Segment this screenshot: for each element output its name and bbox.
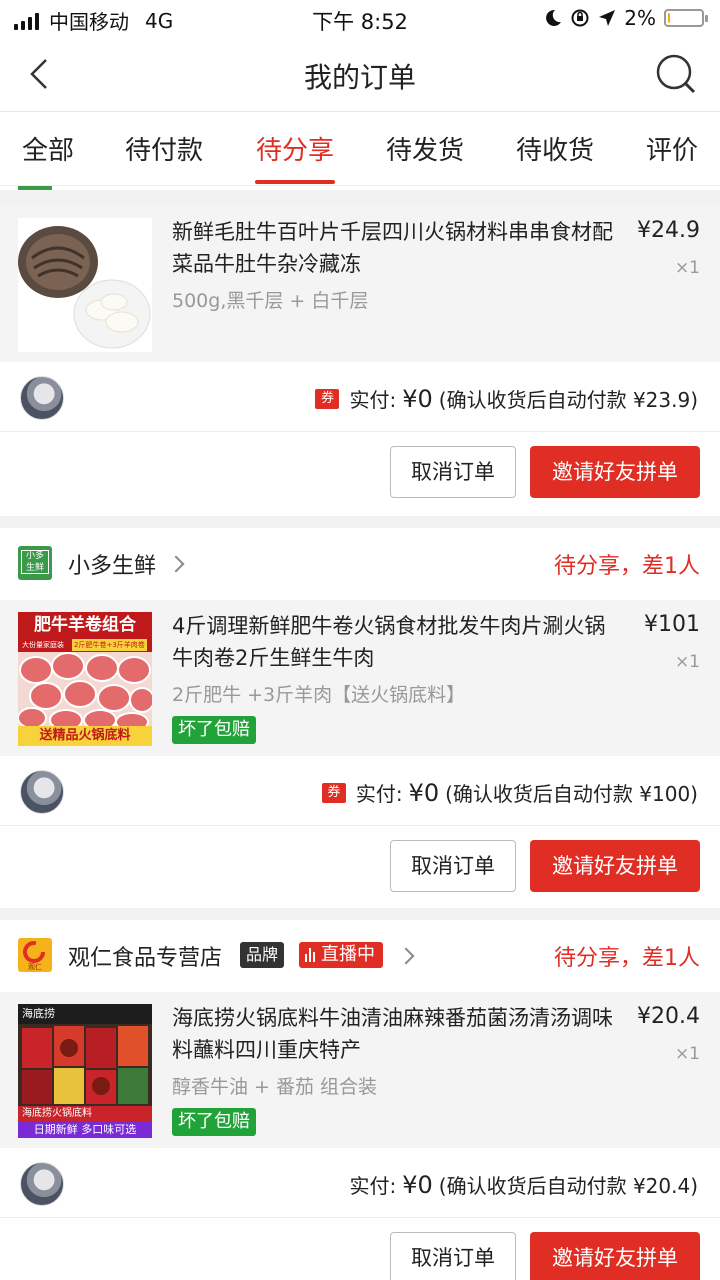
payment-label: 实付: <box>349 1174 397 1198</box>
shop-logo-text: 观仁 <box>28 963 42 971</box>
cancel-order-button[interactable]: 取消订单 <box>390 840 516 892</box>
payment-note: (确认收货后自动付款 ¥23.9) <box>438 388 698 412</box>
brand-tag: 品牌 <box>240 942 285 968</box>
tab-indicator <box>255 180 335 184</box>
avatar[interactable] <box>20 1162 64 1206</box>
payment-label: 实付: <box>355 782 403 806</box>
thumb-subtitle: 大份量家庭装 <box>22 641 64 649</box>
payment-row: 实付: ¥0 (确认收货后自动付款 ¥20.4) <box>0 1148 720 1218</box>
coupon-icon: 券 <box>321 782 346 803</box>
product-quantity: ×1 <box>674 258 700 278</box>
thumb-caption: 海底捞火锅底料 <box>18 1106 152 1122</box>
action-row: 取消订单 邀请好友拼单 <box>0 1218 720 1280</box>
invite-friend-button[interactable]: 邀请好友拼单 <box>530 1232 700 1280</box>
payment-row: 券 实付: ¥0 (确认收货后自动付款 ¥23.9) <box>0 362 720 432</box>
payment-label: 实付: <box>349 388 397 412</box>
shop-name: 观仁食品专营店 <box>68 946 223 971</box>
product-row[interactable]: 新鲜毛肚牛百叶片千层四川火锅材料串串食材配菜品牛肚牛杂冷藏冻 500g,黑千层 … <box>0 206 720 362</box>
order-list[interactable]: 新鲜毛肚牛百叶片千层四川火锅材料串串食材配菜品牛肚牛杂冷藏冻 500g,黑千层 … <box>0 186 720 1280</box>
product-price: ¥101 <box>644 612 700 637</box>
order-tabs: 全部 待付款 待分享 待发货 待收货 评价 <box>0 112 720 186</box>
page-title: 我的订单 <box>303 61 416 94</box>
live-tag[interactable]: 直播中 <box>299 942 383 968</box>
battery-percent: 2% <box>624 6 656 30</box>
invite-friend-button[interactable]: 邀请好友拼单 <box>530 840 700 892</box>
rotation-lock-icon <box>571 9 589 27</box>
product-name: 新鲜毛肚牛百叶片千层四川火锅材料串串食材配菜品牛肚牛杂冷藏冻 <box>172 220 613 276</box>
search-icon[interactable] <box>654 52 698 96</box>
shop-logo-text: 小多生鲜 <box>21 550 49 574</box>
cancel-order-button[interactable]: 取消订单 <box>390 1232 516 1280</box>
payment-amount: ¥0 <box>408 778 440 807</box>
invite-friend-button[interactable]: 邀请好友拼单 <box>530 446 700 498</box>
payment-note: (确认收货后自动付款 ¥100) <box>445 782 698 806</box>
product-name: 海底捞火锅底料牛油清油麻辣番茄菌汤清汤调味料蘸料四川重庆特产 <box>172 1006 613 1062</box>
product-spec: 500g,黑千层 + 白千层 <box>172 290 369 312</box>
order-card: 新鲜毛肚牛百叶片千层四川火锅材料串串食材配菜品牛肚牛杂冷藏冻 500g,黑千层 … <box>0 206 720 516</box>
thumb-title: 肥牛羊卷组合 <box>18 612 152 638</box>
product-quantity: ×1 <box>674 652 700 672</box>
order-status: 待分享，差1人 <box>554 946 700 971</box>
product-spec: 醇香牛油 + 番茄 组合装 <box>172 1076 378 1098</box>
product-thumbnail: 海底捞 海底捞火锅底料 日期新鲜 多口味可选 <box>18 1004 152 1138</box>
payment-note: (确认收货后自动付款 ¥20.4) <box>438 1174 698 1198</box>
live-label: 直播中 <box>321 944 375 965</box>
avatar[interactable] <box>20 376 64 420</box>
product-row[interactable]: 海底捞 海底捞火锅底料 日期新鲜 多口味可选 海底捞火锅底料牛油清油麻辣番茄菌汤… <box>0 992 720 1148</box>
battery-icon <box>664 9 708 27</box>
location-icon <box>599 10 616 26</box>
guarantee-badge: 坏了包赔 <box>172 1108 256 1136</box>
product-quantity: ×1 <box>674 1044 700 1064</box>
product-spec: 2斤肥牛 +3斤羊肉【送火锅底料】 <box>172 684 466 706</box>
shop-name: 小多生鲜 <box>68 554 157 579</box>
moon-icon <box>546 9 562 26</box>
payment-summary: 券 实付: ¥0 (确认收货后自动付款 ¥100) <box>321 778 698 807</box>
nav-bar: 我的订单 <box>0 36 720 112</box>
tab-review[interactable]: 评价 <box>646 130 698 167</box>
action-row: 取消订单 邀请好友拼单 <box>0 432 720 514</box>
guarantee-badge: 坏了包赔 <box>172 716 256 744</box>
shop-row[interactable]: 小多生鲜 小多生鲜 待分享，差1人 <box>0 528 720 600</box>
tab-all[interactable]: 全部 <box>22 130 74 167</box>
shop-logo: 小多生鲜 <box>18 546 52 580</box>
thumb-footer: 日期新鲜 多口味可选 <box>18 1122 152 1138</box>
thumb-brand: 海底捞 <box>18 1004 152 1024</box>
product-row[interactable]: 肥牛羊卷组合 大份量家庭装 2斤肥牛卷+3斤羊肉卷 送精品火锅底料 4斤调理新鲜… <box>0 600 720 756</box>
payment-row: 券 实付: ¥0 (确认收货后自动付款 ¥100) <box>0 756 720 826</box>
live-icon <box>305 948 315 962</box>
order-card: 小多生鲜 小多生鲜 待分享，差1人 肥牛羊卷组合 大份量家庭装 2斤肥牛卷+3斤… <box>0 528 720 908</box>
chevron-right-icon <box>167 555 185 573</box>
tab-pending-shipment[interactable]: 待发货 <box>386 130 464 167</box>
shop-logo: 观仁 <box>18 938 52 972</box>
status-bar: 中国移动 4G 下午 8:52 2% <box>0 0 720 36</box>
shop-row[interactable]: 观仁 观仁食品专营店 品牌 直播中 待分享，差1人 <box>0 920 720 992</box>
thumb-tag: 2斤肥牛卷+3斤羊肉卷 <box>72 639 147 651</box>
product-name: 4斤调理新鲜肥牛卷火锅食材批发牛肉片涮火锅牛肉卷2斤生鲜生牛肉 <box>172 614 606 670</box>
product-price: ¥20.4 <box>637 1004 700 1029</box>
thumb-footer: 送精品火锅底料 <box>18 726 152 746</box>
order-card: 观仁 观仁食品专营店 品牌 直播中 待分享，差1人 海底捞 海底捞火锅底料 日期… <box>0 920 720 1280</box>
cancel-order-button[interactable]: 取消订单 <box>390 446 516 498</box>
chevron-right-icon <box>397 947 415 965</box>
tab-pending-payment[interactable]: 待付款 <box>125 130 203 167</box>
coupon-icon: 券 <box>315 388 340 409</box>
order-status: 待分享，差1人 <box>554 554 700 579</box>
product-price: ¥24.9 <box>637 218 700 243</box>
payment-summary: 券 实付: ¥0 (确认收货后自动付款 ¥23.9) <box>315 384 698 413</box>
payment-summary: 实付: ¥0 (确认收货后自动付款 ¥20.4) <box>349 1170 698 1199</box>
payment-amount: ¥0 <box>402 1170 433 1199</box>
avatar[interactable] <box>20 770 64 814</box>
tab-pending-share[interactable]: 待分享 <box>256 130 334 167</box>
action-row: 取消订单 邀请好友拼单 <box>0 826 720 908</box>
tab-pending-receipt[interactable]: 待收货 <box>516 130 594 167</box>
product-thumbnail <box>18 218 152 352</box>
payment-amount: ¥0 <box>402 384 433 413</box>
product-thumbnail: 肥牛羊卷组合 大份量家庭装 2斤肥牛卷+3斤羊肉卷 送精品火锅底料 <box>18 612 152 746</box>
